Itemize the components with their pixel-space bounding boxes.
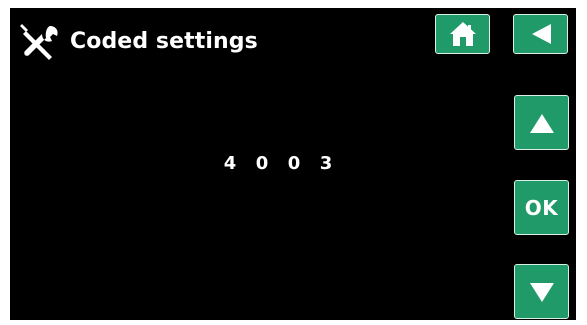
up-arrow-icon [524,106,560,140]
down-arrow-icon [524,275,560,309]
page-title: Coded settings [70,29,258,54]
code-digit-4[interactable]: 3 [314,152,338,176]
down-button[interactable] [514,264,569,319]
code-digit-1[interactable]: 4 [218,152,242,176]
ok-button[interactable]: OK [514,180,569,235]
home-button[interactable] [435,14,490,54]
back-button[interactable] [513,14,568,54]
back-arrow-icon [524,19,558,49]
tools-icon [14,20,64,64]
home-icon [446,19,480,49]
ok-label: OK [524,195,559,220]
code-display: 4 0 0 3 [218,152,338,176]
code-digit-2[interactable]: 0 [250,152,274,176]
up-button[interactable] [514,95,569,150]
screen: Coded settings OK 4 0 0 3 [10,8,576,320]
code-digit-3[interactable]: 0 [282,152,306,176]
